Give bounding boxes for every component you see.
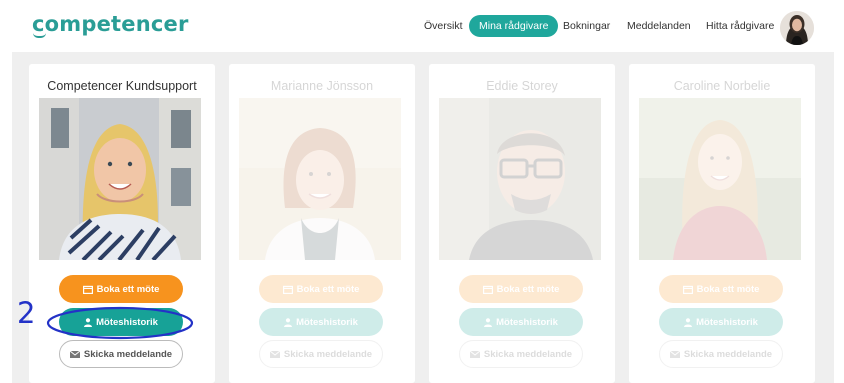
book-meeting-button[interactable]: Boka ett möte: [259, 275, 383, 303]
advisor-card: Competencer Kundsupport Boka ett möte Mö…: [29, 64, 215, 383]
send-message-label: Skicka meddelande: [283, 348, 373, 360]
envelope-icon: [669, 350, 680, 358]
meeting-history-label: Möteshistorik: [96, 316, 158, 328]
annotation-step-number: 2: [17, 296, 36, 330]
user-icon: [684, 317, 693, 327]
advisor-photo: [39, 98, 201, 260]
nav-item-bokningar[interactable]: Bokningar: [563, 15, 610, 37]
meeting-history-label: Möteshistorik: [296, 316, 358, 328]
send-message-button[interactable]: Skicka meddelande: [59, 340, 183, 368]
advisor-name: Competencer Kundsupport: [47, 79, 197, 93]
top-navigation-bar: competencer Översikt Mina rådgivare Bokn…: [0, 0, 844, 52]
meeting-history-button[interactable]: Möteshistorik: [59, 308, 183, 336]
send-message-button[interactable]: Skicka meddelande: [659, 340, 783, 368]
advisor-card: Caroline Norbelie Boka ett möte Möteshis…: [629, 64, 815, 383]
user-avatar-image: [780, 11, 814, 45]
book-meeting-button[interactable]: Boka ett möte: [459, 275, 583, 303]
meeting-history-label: Möteshistorik: [496, 316, 558, 328]
meeting-history-label: Möteshistorik: [696, 316, 758, 328]
advisor-photo: [439, 98, 601, 260]
meeting-history-button[interactable]: Möteshistorik: [459, 308, 583, 336]
competencer-logo[interactable]: competencer: [32, 12, 189, 38]
envelope-icon: [69, 350, 80, 358]
nav-item-meddelanden[interactable]: Meddelanden: [627, 15, 691, 37]
advisor-photo: [239, 98, 401, 260]
advisors-panel: Competencer Kundsupport Boka ett möte Mö…: [12, 52, 834, 383]
advisor-name: Eddie Storey: [486, 79, 558, 93]
calendar-icon: [682, 285, 693, 294]
envelope-icon: [269, 350, 280, 358]
book-meeting-button[interactable]: Boka ett möte: [59, 275, 183, 303]
user-icon: [284, 317, 293, 327]
advisor-photo: [639, 98, 801, 260]
nav-item-mina-radgivare[interactable]: Mina rådgivare: [469, 15, 559, 37]
advisor-card: Eddie Storey Boka ett möte Möteshistorik…: [429, 64, 615, 383]
send-message-label: Skicka meddelande: [83, 348, 173, 360]
book-meeting-label: Boka ett möte: [296, 283, 360, 295]
send-message-button[interactable]: Skicka meddelande: [459, 340, 583, 368]
user-avatar[interactable]: [780, 11, 814, 45]
meeting-history-button[interactable]: Möteshistorik: [259, 308, 383, 336]
logo-smile-mark: [33, 33, 46, 38]
book-meeting-button[interactable]: Boka ett möte: [659, 275, 783, 303]
send-message-label: Skicka meddelande: [483, 348, 573, 360]
send-message-button[interactable]: Skicka meddelande: [259, 340, 383, 368]
calendar-icon: [82, 285, 93, 294]
book-meeting-label: Boka ett möte: [96, 283, 160, 295]
envelope-icon: [469, 350, 480, 358]
nav-item-hitta-radgivare[interactable]: Hitta rådgivare: [706, 15, 774, 37]
advisor-card: Marianne Jönsson Boka ett möte Möteshist…: [229, 64, 415, 383]
meeting-history-button[interactable]: Möteshistorik: [659, 308, 783, 336]
calendar-icon: [482, 285, 493, 294]
advisor-name: Marianne Jönsson: [270, 79, 374, 93]
book-meeting-label: Boka ett möte: [496, 283, 560, 295]
send-message-label: Skicka meddelande: [683, 348, 773, 360]
nav-item-oversikt[interactable]: Översikt: [424, 15, 463, 37]
logo-text: competencer: [32, 12, 189, 36]
advisor-name: Caroline Norbelie: [673, 79, 771, 93]
book-meeting-label: Boka ett möte: [696, 283, 760, 295]
calendar-icon: [282, 285, 293, 294]
user-icon: [484, 317, 493, 327]
user-icon: [84, 317, 93, 327]
